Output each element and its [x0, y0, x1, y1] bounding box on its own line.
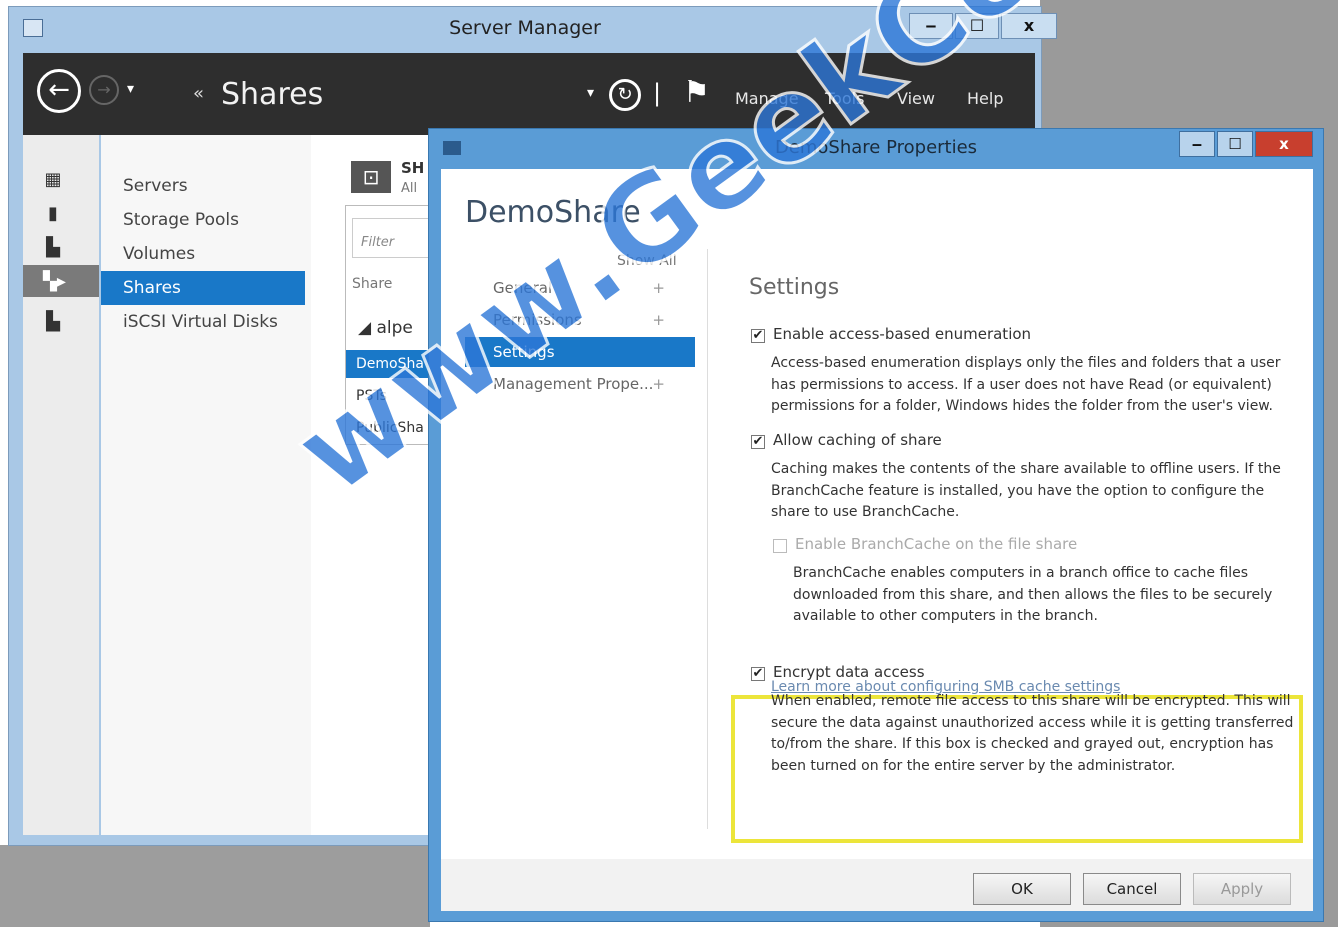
- caching-description-line: BranchCache feature is installed, you ha…: [771, 482, 1265, 499]
- storage-icon[interactable]: ▙: [43, 311, 63, 332]
- encrypt-description-line: been turned on for the entire server by …: [771, 757, 1176, 774]
- dialog-close-button[interactable]: x: [1255, 131, 1313, 157]
- dashboard-icon[interactable]: ▦: [43, 169, 63, 190]
- dialog-maximize-button[interactable]: ☐: [1217, 131, 1253, 157]
- apply-button[interactable]: Apply: [1193, 873, 1291, 905]
- caching-description: Caching makes the contents of the share …: [771, 459, 1281, 524]
- left-rail: ▦ ▮ ▙ ▚▸ ▙: [23, 135, 99, 835]
- forward-arrow-icon[interactable]: →: [89, 75, 119, 105]
- desktop-gray-area-bottom: [0, 845, 430, 927]
- caching-label[interactable]: Allow caching of share: [773, 431, 942, 449]
- all-servers-icon[interactable]: ▙: [43, 237, 63, 258]
- shares-tile-header: SH: [401, 159, 425, 177]
- ok-button[interactable]: OK: [973, 873, 1071, 905]
- breadcrumb-chevron-icon: «: [193, 83, 205, 104]
- abe-description-line: Access-based enumeration displays only t…: [771, 355, 1281, 371]
- nav-item-servers[interactable]: Servers: [101, 169, 305, 203]
- caching-description-line: share to use BranchCache.: [771, 504, 960, 520]
- abe-description: Access-based enumeration displays only t…: [771, 353, 1281, 418]
- toolbar-divider: |: [653, 79, 662, 107]
- caching-description-line: Caching makes the contents of the share …: [771, 461, 1281, 477]
- encrypt-description-line: When enabled, remote file access to this…: [771, 693, 1291, 709]
- column-header-share[interactable]: Share: [352, 276, 392, 292]
- abe-description-line: has permissions to access. If a user doe…: [771, 376, 1272, 393]
- history-dropdown-icon[interactable]: ▾: [127, 81, 134, 97]
- encrypt-checkbox[interactable]: ✔: [751, 667, 765, 681]
- abe-label[interactable]: Enable access-based enumeration: [773, 325, 1031, 343]
- branchcache-description-line: downloaded from this share, and then all…: [793, 586, 1273, 603]
- branchcache-description-line: available to other computers in the bran…: [793, 608, 1098, 624]
- refresh-icon[interactable]: ↻: [609, 79, 641, 111]
- nav-item-iscsi-virtual-disks[interactable]: iSCSI Virtual Disks: [101, 305, 305, 339]
- branchcache-description-line: BranchCache enables computers in a branc…: [793, 565, 1249, 581]
- breadcrumb: Shares: [221, 77, 324, 112]
- shares-tile-subheader: All: [401, 181, 418, 196]
- abe-checkbox[interactable]: ✔: [751, 329, 765, 343]
- caching-checkbox[interactable]: ✔: [751, 435, 765, 449]
- back-arrow-icon[interactable]: ←: [37, 69, 81, 113]
- nav-item-volumes[interactable]: Volumes: [101, 237, 305, 271]
- encrypt-description: When enabled, remote file access to this…: [771, 691, 1293, 777]
- menu-help[interactable]: Help: [967, 89, 1003, 108]
- file-storage-nav-pane: Servers Storage Pools Volumes Shares iSC…: [101, 135, 312, 835]
- section-divider: [707, 249, 708, 829]
- filter-input[interactable]: Filter: [352, 218, 432, 258]
- abe-description-line: permissions for a folder, Windows hides …: [771, 398, 1273, 414]
- dialog-minimize-button[interactable]: ‒: [1179, 131, 1215, 157]
- dialog-window-controls: ‒ ☐ x: [1179, 131, 1313, 157]
- refresh-dropdown-icon[interactable]: ▾: [587, 85, 594, 101]
- file-storage-services-icon[interactable]: ▚▸: [43, 271, 66, 292]
- nav-item-storage-pools[interactable]: Storage Pools: [101, 203, 305, 237]
- branchcache-description: BranchCache enables computers in a branc…: [793, 563, 1272, 628]
- cancel-button[interactable]: Cancel: [1083, 873, 1181, 905]
- dialog-footer: [441, 859, 1313, 911]
- expand-plus-icon[interactable]: +: [652, 305, 665, 335]
- nav-item-shares[interactable]: Shares: [101, 271, 305, 305]
- branchcache-checkbox[interactable]: [773, 539, 787, 553]
- expand-plus-icon[interactable]: +: [652, 369, 665, 399]
- settings-section-title: Settings: [749, 275, 840, 300]
- encrypt-description-line: secure the data against unauthorized acc…: [771, 714, 1294, 731]
- branchcache-label[interactable]: Enable BranchCache on the file share: [795, 535, 1077, 553]
- shares-tile-icon: ⊡: [351, 161, 391, 193]
- local-server-icon[interactable]: ▮: [43, 203, 63, 224]
- encrypt-description-line: to/from the share. If this box is checke…: [771, 736, 1274, 752]
- encrypt-label[interactable]: Encrypt data access: [773, 663, 925, 681]
